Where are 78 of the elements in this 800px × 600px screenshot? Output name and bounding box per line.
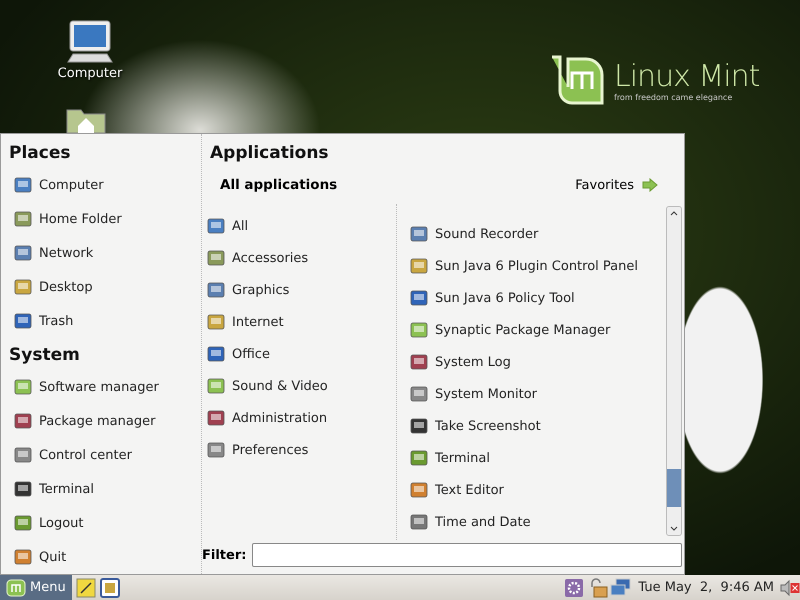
item-icon <box>409 384 429 404</box>
clock[interactable]: Tue May 2, 9:46 AM <box>632 580 780 595</box>
item-icon <box>409 448 429 468</box>
menu-item[interactable]: Software manager <box>1 370 201 404</box>
app-item[interactable]: System Log <box>397 346 666 378</box>
category-item[interactable]: Preferences <box>202 434 396 466</box>
arrow-icon <box>642 178 658 192</box>
network-icon[interactable] <box>610 578 632 598</box>
item-icon <box>409 512 429 532</box>
section-heading: System <box>8 344 81 367</box>
item-icon <box>409 288 429 308</box>
menu-item[interactable]: Computer <box>1 168 201 202</box>
speaker-icon[interactable] <box>780 578 790 598</box>
desktop-icon[interactable]: Computer <box>50 20 130 81</box>
app-item[interactable]: Take Screenshot <box>397 410 666 442</box>
menu-item[interactable]: Desktop <box>1 270 201 304</box>
item-icon <box>409 480 429 500</box>
menu-item[interactable]: Control center <box>1 438 201 472</box>
category-item[interactable]: Internet <box>202 306 396 338</box>
category-item[interactable]: Administration <box>202 402 396 434</box>
menu-button[interactable]: Menu <box>0 575 72 600</box>
item-icon <box>13 209 33 229</box>
category-item[interactable]: Accessories <box>202 242 396 274</box>
app-item[interactable]: Text Editor <box>397 474 666 506</box>
menu-item[interactable]: Home Folder <box>1 202 201 236</box>
section-heading: Places <box>8 142 72 165</box>
item-icon <box>13 311 33 331</box>
filter-field[interactable] <box>252 543 682 567</box>
app-item[interactable]: Terminal <box>397 442 666 474</box>
item-icon <box>13 479 33 499</box>
gear-icon[interactable] <box>564 578 584 598</box>
item-icon <box>13 411 33 431</box>
item-icon <box>409 352 429 372</box>
item-icon <box>13 445 33 465</box>
item-icon <box>206 344 226 364</box>
item-icon <box>206 248 226 268</box>
category-item[interactable]: All <box>202 210 396 242</box>
item-icon <box>13 547 33 567</box>
item-icon <box>13 277 33 297</box>
item-icon <box>13 243 33 263</box>
close-icon[interactable] <box>790 582 800 594</box>
category-item[interactable]: Office <box>202 338 396 370</box>
app-item[interactable]: Sun Java 6 Policy Tool <box>397 282 666 314</box>
favorites-button[interactable]: Favorites <box>575 178 658 192</box>
menu-item[interactable]: Logout <box>1 506 201 540</box>
item-icon <box>13 175 33 195</box>
filter-label: Filter: <box>202 548 246 562</box>
app-item[interactable]: Sound Recorder <box>397 218 666 250</box>
item-icon <box>409 416 429 436</box>
item-icon <box>13 377 33 397</box>
app-item[interactable]: Time and Date <box>397 506 666 538</box>
menu-item[interactable]: Quit <box>1 540 201 574</box>
item-icon <box>206 440 226 460</box>
menu-item[interactable]: Terminal <box>1 472 201 506</box>
computer-icon <box>66 20 114 64</box>
section-heading: Applications <box>209 142 330 165</box>
category-item[interactable]: Sound & Video <box>202 370 396 402</box>
scrollbar[interactable] <box>666 206 682 536</box>
mint-icon <box>6 578 26 596</box>
item-icon <box>409 224 429 244</box>
item-icon <box>206 376 226 396</box>
app-item[interactable]: System Monitor <box>397 378 666 410</box>
item-icon <box>409 320 429 340</box>
item-icon <box>206 216 226 236</box>
menu-item[interactable]: Trash <box>1 304 201 338</box>
item-icon <box>409 256 429 276</box>
category-heading: All applications <box>220 177 338 193</box>
scrollbar-thumb[interactable] <box>667 469 681 507</box>
menu-item[interactable]: Package manager <box>1 404 201 438</box>
item-icon <box>206 408 226 428</box>
menu-item[interactable]: Network <box>1 236 201 270</box>
item-icon <box>206 280 226 300</box>
linux-mint-logo: Linux Mint from freedom came elegance <box>550 55 760 107</box>
item-icon <box>13 513 33 533</box>
app-item[interactable]: Synaptic Package Manager <box>397 314 666 346</box>
app-item[interactable]: Sun Java 6 Plugin Control Panel <box>397 250 666 282</box>
item-icon <box>206 312 226 332</box>
category-item[interactable]: Graphics <box>202 274 396 306</box>
